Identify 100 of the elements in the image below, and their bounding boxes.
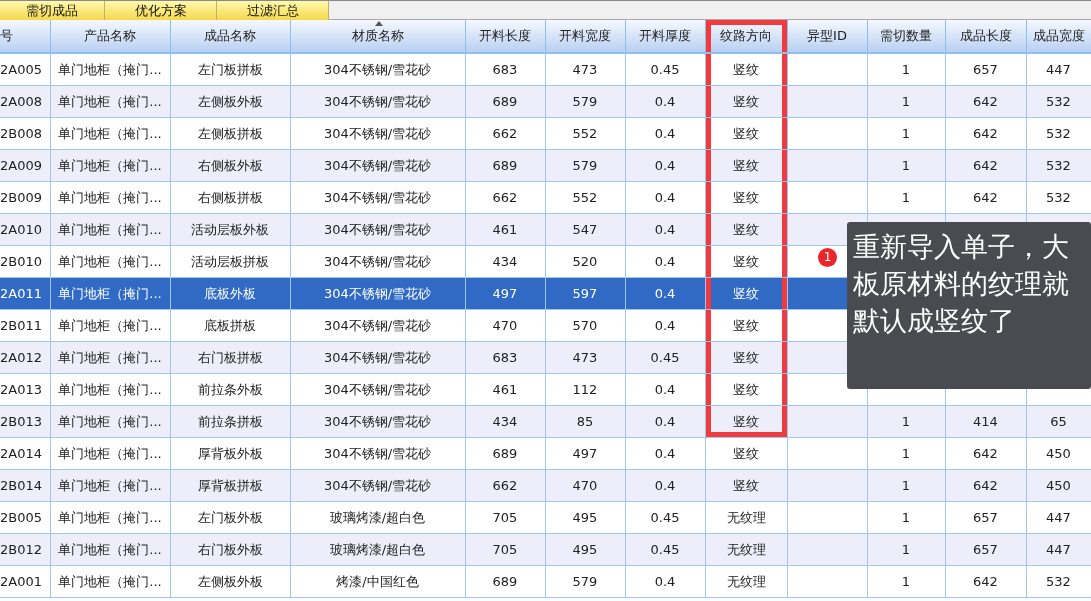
column-header[interactable]: 异型ID bbox=[787, 20, 867, 53]
table-cell: 304不锈钢/雪花砂 bbox=[323, 413, 432, 429]
column-header[interactable]: 需切数量 bbox=[867, 20, 945, 53]
table-cell: 竖纹 bbox=[733, 125, 759, 141]
table-cell: 112 bbox=[572, 382, 598, 397]
table-cell: 2B008 bbox=[0, 126, 42, 141]
table-cell: 1 bbox=[901, 94, 911, 109]
table-row[interactable]: 2A008 单门地柜（掩门... 左侧板外板 304不锈钢/雪花砂 689 579 0.4 竖纹 1 642 532 bbox=[0, 85, 1091, 118]
step-badge: 1 bbox=[818, 248, 837, 267]
table-cell: 642 bbox=[973, 94, 998, 109]
tab[interactable]: 需切成品 bbox=[0, 1, 105, 20]
table-row[interactable]: 2A014 单门地柜（掩门... 厚背板外板 304不锈钢/雪花砂 689 497 0.4 竖纹 1 642 450 bbox=[0, 437, 1091, 470]
table-cell: 0.4 bbox=[654, 446, 676, 461]
table-cell: 左侧板外板 bbox=[197, 573, 263, 589]
table-cell: 厚背板外板 bbox=[197, 445, 263, 461]
column-header[interactable]: 材质名称 bbox=[290, 20, 465, 53]
table-cell: 竖纹 bbox=[733, 221, 759, 237]
column-header[interactable]: 纹路方向 bbox=[705, 20, 787, 53]
table-cell: 单门地柜（掩门... bbox=[58, 541, 162, 557]
table-cell: 532 bbox=[1046, 574, 1071, 589]
table-cell: 2A001 bbox=[0, 574, 42, 589]
column-header[interactable]: 产品名称 bbox=[50, 20, 170, 53]
table-cell: 单门地柜（掩门... bbox=[58, 317, 162, 333]
table-cell: 434 bbox=[492, 254, 518, 269]
table-row[interactable]: 2B005 单门地柜（掩门... 左门板外板 玻璃烤漆/超白色 705 495 0.45 无纹理 1 657 447 bbox=[0, 501, 1091, 534]
table-row[interactable]: 2B012 单门地柜（掩门... 右门板外板 玻璃烤漆/超白色 705 495 0.45 无纹理 1 657 447 bbox=[0, 533, 1091, 566]
table-row[interactable]: 2A005 单门地柜（掩门... 左门板拼板 304不锈钢/雪花砂 683 473 0.45 竖纹 1 657 447 bbox=[0, 53, 1091, 86]
table-cell: 左侧板拼板 bbox=[197, 125, 263, 141]
table-cell: 0.45 bbox=[650, 510, 680, 525]
table-cell: 0.4 bbox=[654, 254, 676, 269]
table-cell: 单门地柜（掩门... bbox=[58, 573, 162, 589]
table-cell: 495 bbox=[572, 510, 598, 525]
table-cell: 473 bbox=[572, 62, 598, 77]
tab[interactable]: 优化方案 bbox=[105, 1, 217, 20]
table-cell: 单门地柜（掩门... bbox=[58, 285, 162, 301]
table-cell: 447 bbox=[1046, 62, 1071, 77]
table-cell: 450 bbox=[1046, 446, 1071, 461]
table-cell: 单门地柜（掩门... bbox=[58, 189, 162, 205]
table-cell: 2A013 bbox=[0, 382, 42, 397]
table-cell: 85 bbox=[576, 414, 594, 429]
table-cell: 579 bbox=[572, 94, 598, 109]
column-header[interactable]: 开料宽度 bbox=[545, 20, 625, 53]
table-cell: 642 bbox=[973, 190, 998, 205]
table-cell: 竖纹 bbox=[733, 157, 759, 173]
table-cell: 右门板拼板 bbox=[197, 349, 263, 365]
table-cell: 2B012 bbox=[0, 542, 42, 557]
table-cell: 竖纹 bbox=[733, 381, 759, 397]
column-header[interactable]: 开料长度 bbox=[465, 20, 545, 53]
table-cell: 竖纹 bbox=[733, 413, 759, 429]
table-cell: 547 bbox=[572, 222, 598, 237]
table-cell: 竖纹 bbox=[733, 317, 759, 333]
column-header[interactable]: 成品宽度 bbox=[1026, 20, 1091, 53]
table-cell: 单门地柜（掩门... bbox=[58, 509, 162, 525]
table-cell: 461 bbox=[492, 382, 518, 397]
table-cell: 0.4 bbox=[654, 286, 676, 301]
table-cell: 2B010 bbox=[0, 254, 42, 269]
table-cell: 304不锈钢/雪花砂 bbox=[323, 349, 432, 365]
table-cell: 底板拼板 bbox=[204, 317, 256, 333]
table-cell: 662 bbox=[492, 126, 518, 141]
column-header[interactable]: 成品名称 bbox=[170, 20, 290, 53]
table-cell: 厚背板拼板 bbox=[197, 477, 263, 493]
column-header[interactable]: 号 bbox=[0, 20, 50, 53]
column-header[interactable]: 开料厚度 bbox=[625, 20, 705, 53]
table-cell: 579 bbox=[572, 158, 598, 173]
table-cell: 304不锈钢/雪花砂 bbox=[323, 125, 432, 141]
table-cell: 活动层板拼板 bbox=[191, 253, 269, 269]
table-cell: 玻璃烤漆/超白色 bbox=[329, 509, 426, 525]
table-cell: 0.4 bbox=[654, 94, 676, 109]
table-cell: 左门板拼板 bbox=[197, 61, 263, 77]
table-row[interactable]: 2B009 单门地柜（掩门... 右侧板拼板 304不锈钢/雪花砂 662 552 0.4 竖纹 1 642 532 bbox=[0, 181, 1091, 214]
table-row[interactable]: 2B008 单门地柜（掩门... 左侧板拼板 304不锈钢/雪花砂 662 552 0.4 竖纹 1 642 532 bbox=[0, 117, 1091, 150]
annotation-callout: 重新导入单子，大板原材料的纹理就默认成竖纹了 bbox=[847, 222, 1091, 389]
table-cell: 657 bbox=[973, 542, 998, 557]
table-cell: 642 bbox=[973, 478, 998, 493]
table-cell: 304不锈钢/雪花砂 bbox=[323, 93, 432, 109]
table-cell: 单门地柜（掩门... bbox=[58, 413, 162, 429]
table-cell: 竖纹 bbox=[733, 189, 759, 205]
table-cell: 单门地柜（掩门... bbox=[58, 253, 162, 269]
table-cell: 无纹理 bbox=[726, 573, 766, 589]
table-cell: 434 bbox=[492, 414, 518, 429]
table-cell: 0.4 bbox=[654, 414, 676, 429]
table-cell: 304不锈钢/雪花砂 bbox=[323, 189, 432, 205]
table-cell: 右侧板拼板 bbox=[197, 189, 263, 205]
table-cell: 532 bbox=[1046, 190, 1071, 205]
table-cell: 662 bbox=[492, 478, 518, 493]
table-cell: 552 bbox=[572, 126, 598, 141]
table-cell: 右侧板外板 bbox=[197, 157, 263, 173]
table-row[interactable]: 2B014 单门地柜（掩门... 厚背板拼板 304不锈钢/雪花砂 662 470 0.4 竖纹 1 642 450 bbox=[0, 469, 1091, 502]
table-cell: 0.4 bbox=[654, 126, 676, 141]
table-cell: 304不锈钢/雪花砂 bbox=[323, 253, 432, 269]
table-cell: 0.4 bbox=[654, 158, 676, 173]
table-row[interactable]: 2A009 单门地柜（掩门... 右侧板外板 304不锈钢/雪花砂 689 579 0.4 竖纹 1 642 532 bbox=[0, 149, 1091, 182]
tab[interactable]: 过滤汇总 bbox=[217, 1, 329, 20]
table-cell: 689 bbox=[492, 94, 518, 109]
table-row[interactable]: 2A001 单门地柜（掩门... 左侧板外板 烤漆/中国红色 689 579 0.4 无纹理 1 642 532 bbox=[0, 565, 1091, 598]
table-cell: 447 bbox=[1046, 542, 1071, 557]
column-header[interactable]: 成品长度 bbox=[945, 20, 1026, 53]
table-cell: 单门地柜（掩门... bbox=[58, 61, 162, 77]
table-row[interactable]: 2B013 单门地柜（掩门... 前拉条拼板 304不锈钢/雪花砂 434 85 0.4 竖纹 1 414 65 bbox=[0, 405, 1091, 438]
table-cell: 0.4 bbox=[654, 190, 676, 205]
